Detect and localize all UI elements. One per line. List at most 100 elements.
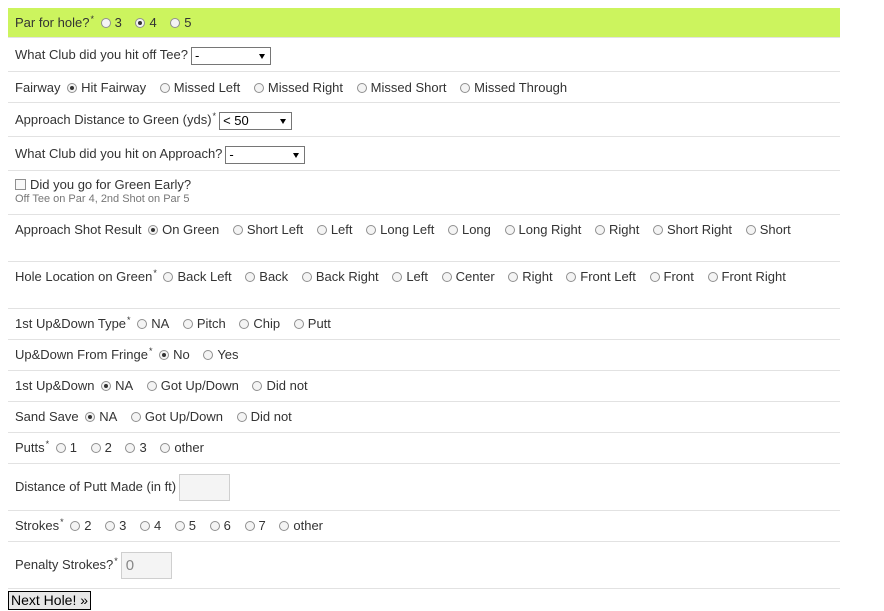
radio-option[interactable]: Got Up/Down <box>130 409 223 424</box>
radio-button[interactable] <box>148 225 159 235</box>
radio-option[interactable]: 7 <box>244 518 266 533</box>
radio-option[interactable]: Left <box>316 222 353 237</box>
putt-distance-input[interactable] <box>179 474 231 501</box>
radio-option[interactable]: 5 <box>170 15 192 30</box>
radio-option[interactable]: 6 <box>209 518 231 533</box>
radio-button[interactable] <box>649 272 660 282</box>
radio-button[interactable] <box>441 272 452 282</box>
radio-button[interactable] <box>245 272 256 282</box>
radio-button[interactable] <box>105 521 116 531</box>
radio-button[interactable] <box>239 319 250 329</box>
radio-button[interactable] <box>301 272 312 282</box>
radio-button[interactable] <box>159 83 170 93</box>
radio-option[interactable]: 3 <box>105 518 126 533</box>
radio-button[interactable] <box>55 443 66 453</box>
radio-option[interactable]: NA <box>85 409 117 424</box>
radio-button[interactable] <box>279 521 290 531</box>
radio-button[interactable] <box>366 225 377 235</box>
radio-button[interactable] <box>163 272 174 282</box>
radio-option[interactable]: 2 <box>90 440 112 455</box>
radio-option[interactable]: Short Right <box>653 222 732 237</box>
club-select[interactable]: - <box>225 146 306 164</box>
radio-option[interactable]: Missed Short <box>356 80 447 95</box>
radio-option[interactable]: Front Left <box>566 269 636 284</box>
radio-option[interactable]: On Green <box>148 222 219 237</box>
radio-button[interactable] <box>356 83 367 93</box>
radio-button[interactable] <box>159 350 170 360</box>
radio-button[interactable] <box>236 412 247 422</box>
penalty-strokes-input[interactable]: 0 <box>120 552 172 579</box>
radio-option[interactable]: 2 <box>70 518 91 533</box>
radio-button[interactable] <box>125 443 136 453</box>
radio-button[interactable] <box>203 350 214 360</box>
radio-option[interactable]: NA <box>101 378 133 393</box>
green-early-checkbox[interactable] <box>15 179 26 190</box>
radio-button[interactable] <box>447 225 458 235</box>
radio-button[interactable] <box>137 319 148 329</box>
radio-option[interactable]: Missed Left <box>159 80 240 95</box>
radio-button[interactable] <box>130 412 141 422</box>
radio-option[interactable]: other <box>160 440 204 455</box>
radio-option[interactable]: Missed Right <box>253 80 343 95</box>
radio-option[interactable]: Long <box>447 222 491 237</box>
radio-option[interactable]: 5 <box>174 518 196 533</box>
radio-option[interactable]: Missed Through <box>460 80 567 95</box>
radio-button[interactable] <box>100 18 111 28</box>
radio-option[interactable]: Front <box>649 269 694 284</box>
radio-button[interactable] <box>174 521 185 531</box>
radio-option[interactable]: Hit Fairway <box>67 80 146 95</box>
radio-option[interactable]: Center <box>441 269 495 284</box>
radio-option[interactable]: 4 <box>139 518 161 533</box>
radio-option[interactable]: Short <box>745 222 791 237</box>
radio-button[interactable] <box>253 83 264 93</box>
radio-button[interactable] <box>460 83 471 93</box>
radio-button[interactable] <box>170 18 181 28</box>
radio-button[interactable] <box>67 83 78 93</box>
radio-option[interactable]: Long Left <box>366 222 434 237</box>
radio-option[interactable]: Chip <box>239 316 280 331</box>
next-hole-button[interactable]: Next Hole! » <box>8 591 92 610</box>
radio-option[interactable]: Putt <box>293 316 331 331</box>
radio-option[interactable]: Left <box>392 269 428 284</box>
radio-option[interactable]: other <box>279 518 323 533</box>
radio-button[interactable] <box>252 381 263 391</box>
radio-button[interactable] <box>209 521 220 531</box>
radio-button[interactable] <box>160 443 171 453</box>
radio-option[interactable]: Short Left <box>232 222 303 237</box>
radio-option[interactable]: NA <box>137 316 169 331</box>
radio-button[interactable] <box>146 381 157 391</box>
radio-option[interactable]: Right <box>508 269 553 284</box>
radio-option[interactable]: No <box>159 347 190 362</box>
radio-button[interactable] <box>85 412 96 422</box>
radio-button[interactable] <box>232 225 243 235</box>
radio-option[interactable]: Did not <box>236 409 292 424</box>
radio-button[interactable] <box>70 521 81 531</box>
radio-option[interactable]: Front Right <box>707 269 786 284</box>
radio-button[interactable] <box>139 521 150 531</box>
radio-option[interactable]: Yes <box>203 347 239 362</box>
radio-option[interactable]: Did not <box>252 378 308 393</box>
radio-button[interactable] <box>707 272 718 282</box>
radio-button[interactable] <box>504 225 515 235</box>
radio-button[interactable] <box>653 225 664 235</box>
radio-button[interactable] <box>595 225 606 235</box>
radio-option[interactable]: 3 <box>125 440 147 455</box>
radio-button[interactable] <box>293 319 304 329</box>
radio-button[interactable] <box>316 225 327 235</box>
radio-button[interactable] <box>745 225 756 235</box>
approach-distance-select[interactable]: < 50 <box>219 112 293 130</box>
radio-option[interactable]: 3 <box>100 15 122 30</box>
radio-button[interactable] <box>244 521 255 531</box>
radio-option[interactable]: Right <box>595 222 639 237</box>
radio-button[interactable] <box>101 381 112 391</box>
radio-option[interactable]: 4 <box>135 15 157 30</box>
radio-option[interactable]: Back Left <box>163 269 232 284</box>
radio-option[interactable]: Long Right <box>504 222 581 237</box>
radio-option[interactable]: Got Up/Down <box>146 378 239 393</box>
radio-option[interactable]: 1 <box>55 440 77 455</box>
radio-option[interactable]: Pitch <box>182 316 226 331</box>
radio-button[interactable] <box>135 18 146 28</box>
radio-option[interactable]: Back <box>245 269 288 284</box>
radio-option[interactable]: Back Right <box>301 269 379 284</box>
radio-button[interactable] <box>182 319 193 329</box>
